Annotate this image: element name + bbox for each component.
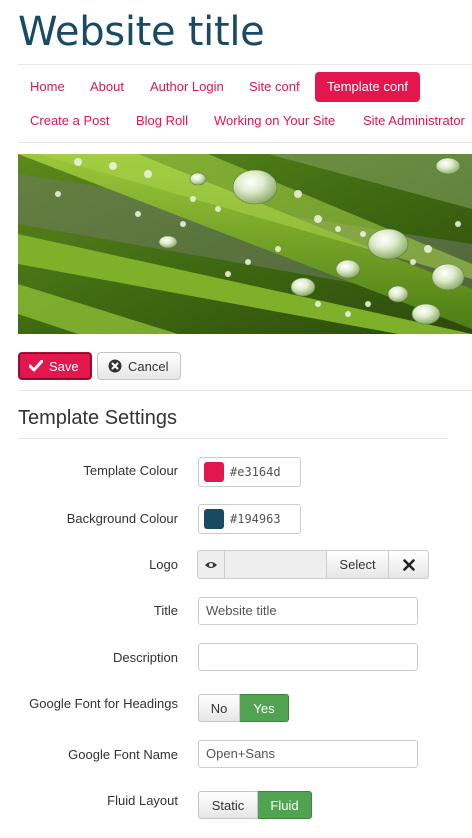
template-colour-swatch bbox=[204, 462, 224, 482]
nav-site-conf[interactable]: Site conf bbox=[237, 72, 312, 102]
google-font-headings-no[interactable]: No bbox=[198, 694, 240, 722]
nav-home[interactable]: Home bbox=[18, 72, 77, 102]
divider bbox=[18, 390, 472, 391]
site-title: Website title bbox=[18, 9, 265, 55]
logo-path-input[interactable] bbox=[225, 550, 327, 579]
close-icon bbox=[402, 558, 415, 571]
title-input[interactable]: Website title bbox=[198, 597, 418, 625]
cancel-label: Cancel bbox=[128, 358, 169, 374]
save-button[interactable]: Save bbox=[18, 352, 92, 380]
cancel-button[interactable]: Cancel bbox=[97, 352, 181, 380]
template-colour-label: Template Colour bbox=[83, 463, 178, 478]
fluid-layout-label: Fluid Layout bbox=[107, 793, 178, 808]
nav-about[interactable]: About bbox=[78, 72, 136, 102]
logo-field: Select bbox=[197, 550, 429, 579]
fluid-layout-fluid[interactable]: Fluid bbox=[258, 791, 312, 819]
water-drops-on-grass-image bbox=[18, 154, 472, 334]
main-nav: Home About Author Login Site conf Templa… bbox=[18, 64, 472, 143]
google-font-headings-toggle: No Yes bbox=[198, 694, 289, 722]
logo-select-button[interactable]: Select bbox=[327, 550, 389, 579]
template-colour-picker[interactable]: #e3164d bbox=[198, 457, 301, 487]
title-label: Title bbox=[153, 603, 178, 618]
nav-author-login[interactable]: Author Login bbox=[138, 72, 236, 102]
fluid-layout-toggle: Static Fluid bbox=[198, 791, 312, 819]
background-colour-swatch bbox=[204, 509, 224, 529]
google-font-name-label: Google Font Name bbox=[68, 747, 178, 762]
logo-label: Logo bbox=[149, 557, 178, 572]
description-input[interactable] bbox=[198, 643, 418, 671]
google-font-name-input[interactable]: Open+Sans bbox=[198, 740, 418, 768]
nav-working-on-site[interactable]: Working on Your Site bbox=[202, 106, 347, 136]
template-colour-value: #e3164d bbox=[230, 465, 281, 479]
background-colour-picker[interactable]: #194963 bbox=[198, 504, 301, 534]
google-font-headings-label: Google Font for Headings bbox=[29, 696, 178, 711]
nav-blog-roll[interactable]: Blog Roll bbox=[124, 106, 200, 136]
eye-icon bbox=[205, 561, 217, 568]
fluid-layout-static[interactable]: Static bbox=[198, 791, 258, 819]
check-icon bbox=[29, 360, 43, 372]
logo-clear-button[interactable] bbox=[389, 550, 429, 579]
nav-site-administrator[interactable]: Site Administrator bbox=[351, 106, 472, 136]
logo-preview-button[interactable] bbox=[197, 550, 225, 579]
google-font-headings-yes[interactable]: Yes bbox=[240, 694, 289, 722]
background-colour-label: Background Colour bbox=[66, 511, 178, 526]
section-title: Template Settings bbox=[18, 407, 177, 429]
x-circle-icon bbox=[108, 359, 122, 373]
description-label: Description bbox=[112, 650, 178, 665]
nav-create-post[interactable]: Create a Post bbox=[18, 106, 122, 136]
background-colour-value: #194963 bbox=[230, 512, 281, 526]
divider bbox=[18, 438, 448, 439]
save-label: Save bbox=[49, 358, 79, 374]
banner-image bbox=[18, 154, 472, 334]
nav-template-conf[interactable]: Template conf bbox=[315, 72, 420, 102]
